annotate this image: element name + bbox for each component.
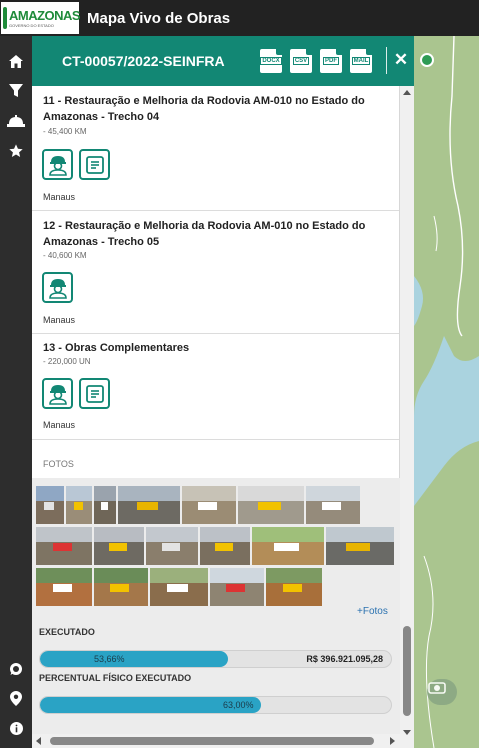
info-icon[interactable] (6, 718, 26, 738)
report-icon[interactable] (79, 378, 110, 409)
map-cluster-icon[interactable] (427, 679, 457, 705)
list-item: 11 - Restauração e Melhoria da Rodovia A… (32, 86, 399, 211)
photo-thumbnail[interactable] (94, 568, 148, 606)
executed-amount: R$ 396.921.095,28 (306, 654, 383, 664)
contract-code: CT-00057/2022-SEINFRA (62, 53, 225, 69)
logo-word: AMAZONAS (9, 7, 81, 23)
photo-thumbnail[interactable] (94, 486, 116, 524)
export-csv-label: CSV (292, 57, 310, 65)
item-title: 12 - Restauração e Melhoria da Rodovia A… (43, 220, 366, 248)
worker-icon[interactable] (42, 378, 73, 409)
physical-percent: 63,00% (223, 700, 254, 710)
vertical-scrollbar[interactable] (400, 86, 414, 748)
physical-progress-label: PERCENTUAL FÍSICO EXECUTADO (39, 673, 192, 683)
map-view[interactable] (414, 36, 479, 748)
item-quantity: - 45,400 KM (43, 127, 87, 136)
item-location: Manaus (43, 420, 76, 430)
photo-thumbnail[interactable] (266, 568, 322, 606)
item-actions (42, 378, 110, 409)
state-seal-icon (3, 7, 7, 29)
worker-icon[interactable] (42, 272, 73, 303)
horizontal-scroll-thumb[interactable] (50, 737, 374, 745)
export-csv-icon[interactable]: CSV (290, 49, 312, 73)
location-pin-icon[interactable] (6, 688, 26, 708)
logo-text: AMAZONAS GOVERNO DO ESTADO (9, 7, 81, 28)
export-pdf-label: PDF (323, 57, 339, 65)
photo-thumbnail[interactable] (66, 486, 92, 524)
close-icon[interactable]: ✕ (393, 50, 409, 70)
list-item: 12 - Restauração e Melhoria da Rodovia A… (32, 211, 399, 334)
left-icon-rail (0, 36, 32, 748)
photo-thumbnail[interactable] (36, 527, 92, 565)
export-buttons: DOCX CSV PDF MAIL (260, 49, 372, 73)
photo-thumbnail[interactable] (94, 527, 144, 565)
executed-percent: 53,66% (94, 654, 125, 664)
item-location: Manaus (43, 315, 76, 325)
panel-header: CT-00057/2022-SEINFRA DOCX CSV PDF MAIL … (32, 36, 414, 86)
photo-thumbnail[interactable] (146, 527, 198, 565)
export-pdf-icon[interactable]: PDF (320, 49, 342, 73)
photo-thumbnail[interactable] (306, 486, 360, 524)
report-icon[interactable] (79, 149, 110, 180)
filter-icon[interactable] (6, 80, 26, 100)
logo-subtitle: GOVERNO DO ESTADO (9, 22, 54, 28)
item-actions (42, 149, 110, 180)
export-mail-icon[interactable]: MAIL (350, 49, 372, 73)
vertical-scroll-thumb[interactable] (403, 626, 411, 716)
export-docx-icon[interactable]: DOCX (260, 49, 282, 73)
list-item: 13 - Obras Complementares - 220,000 UN M… (32, 334, 399, 440)
horizontal-scrollbar[interactable] (32, 734, 400, 748)
more-photos-link[interactable]: +Fotos (357, 606, 388, 617)
home-icon[interactable] (6, 51, 26, 71)
executed-progress-fill (40, 651, 229, 667)
export-mail-label: MAIL (351, 57, 371, 65)
photos-section-label: FOTOS (43, 459, 74, 469)
item-quantity: - 220,000 UN (43, 357, 91, 366)
star-icon[interactable] (6, 141, 26, 161)
map-marker-icon[interactable] (420, 53, 434, 67)
scroll-down-icon[interactable] (403, 730, 411, 735)
photo-thumbnail[interactable] (36, 568, 92, 606)
map-background (414, 36, 479, 748)
photo-thumbnail[interactable] (118, 486, 180, 524)
photo-thumbnail[interactable] (150, 568, 208, 606)
worker-helmet-icon[interactable] (6, 111, 26, 131)
worker-icon[interactable] (42, 149, 73, 180)
photo-thumbnail[interactable] (182, 486, 236, 524)
item-title: 11 - Restauração e Melhoria da Rodovia A… (43, 95, 365, 123)
photo-thumbnail[interactable] (200, 527, 250, 565)
project-panel: CT-00057/2022-SEINFRA DOCX CSV PDF MAIL … (32, 36, 414, 748)
item-list: 11 - Restauração e Melhoria da Rodovia A… (32, 86, 400, 478)
photo-thumbnail[interactable] (252, 527, 324, 565)
scroll-right-icon[interactable] (390, 737, 395, 745)
top-bar: AMAZONAS GOVERNO DO ESTADO Mapa Vivo de … (0, 0, 479, 36)
whatsapp-icon[interactable] (6, 659, 26, 679)
executed-progress-bar: 53,66% R$ 396.921.095,28 (39, 650, 392, 668)
export-docx-label: DOCX (260, 57, 282, 65)
item-actions (42, 272, 73, 303)
app-title: Mapa Vivo de Obras (87, 9, 231, 27)
amazonas-logo[interactable]: AMAZONAS GOVERNO DO ESTADO (1, 2, 81, 34)
photo-thumbnail[interactable] (36, 486, 64, 524)
scroll-left-icon[interactable] (36, 737, 41, 745)
executed-label: EXECUTADO (39, 627, 95, 637)
photo-thumbnail[interactable] (210, 568, 264, 606)
item-title: 13 - Obras Complementares (43, 342, 190, 354)
physical-progress-bar: 63,00% (39, 696, 392, 714)
scroll-up-icon[interactable] (403, 90, 411, 95)
photo-thumbnail[interactable] (326, 527, 394, 565)
item-quantity: - 40,600 KM (43, 251, 87, 260)
item-location: Manaus (43, 192, 76, 202)
header-divider (386, 47, 387, 74)
photo-thumbnail[interactable] (238, 486, 304, 524)
